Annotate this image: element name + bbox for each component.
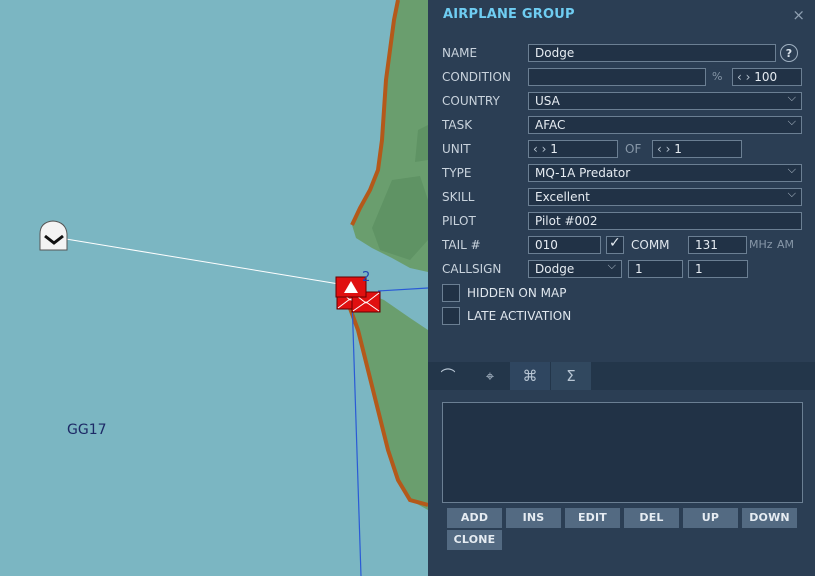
close-icon[interactable]: × bbox=[792, 6, 805, 24]
task-select[interactable]: AFAC bbox=[528, 116, 802, 134]
mhz-label: MHz bbox=[749, 238, 773, 251]
band-label: AM bbox=[777, 238, 795, 251]
hidden-on-map-label: HIDDEN ON MAP bbox=[467, 286, 567, 300]
tab-route[interactable]: ⌒ bbox=[428, 362, 468, 390]
group-number: 2 bbox=[362, 270, 371, 285]
name-input[interactable]: Dodge bbox=[528, 44, 776, 62]
stepper-arrows-icon[interactable]: ‹ › bbox=[533, 142, 546, 156]
tab-target[interactable]: ⌖ bbox=[470, 362, 510, 390]
of-label: OF bbox=[625, 142, 642, 156]
condition-stepper-value: 100 bbox=[754, 70, 778, 84]
hidden-on-map-checkbox[interactable] bbox=[442, 284, 460, 302]
add-button[interactable]: ADD bbox=[447, 508, 502, 528]
unit-stepper-value: 1 bbox=[550, 142, 558, 156]
skill-label: SKILL bbox=[442, 190, 475, 204]
callsign-select[interactable]: Dodge bbox=[528, 260, 622, 278]
grid-label: GG17 bbox=[67, 422, 107, 438]
delete-button[interactable]: DEL bbox=[624, 508, 679, 528]
tail-input[interactable]: 010 bbox=[528, 236, 601, 254]
late-activation-checkbox[interactable] bbox=[442, 307, 460, 325]
panel-title: AIRPLANE GROUP bbox=[443, 7, 575, 22]
type-label: TYPE bbox=[442, 166, 472, 180]
airplane-group-panel: AIRPLANE GROUP × NAME Dodge ? CONDITION … bbox=[428, 0, 815, 576]
condition-label: CONDITION bbox=[442, 70, 511, 84]
percent-sign: % bbox=[712, 70, 723, 83]
map-view[interactable]: GG17 2 bbox=[0, 0, 428, 576]
map-canvas[interactable] bbox=[0, 0, 428, 576]
sum-icon: Σ bbox=[566, 367, 576, 385]
comm-checkbox[interactable] bbox=[606, 235, 624, 254]
country-select[interactable]: USA bbox=[528, 92, 802, 110]
country-label: COUNTRY bbox=[442, 94, 500, 108]
route-icon: ⌒ bbox=[440, 367, 456, 385]
actions-list[interactable] bbox=[442, 402, 803, 503]
stepper-arrows-icon[interactable]: ‹ › bbox=[657, 142, 670, 156]
condition-stepper[interactable]: ‹ › 100 bbox=[732, 68, 802, 86]
stepper-arrows-icon[interactable]: ‹ › bbox=[737, 70, 750, 84]
edit-button[interactable]: EDIT bbox=[565, 508, 620, 528]
bullseye-icon[interactable] bbox=[39, 220, 68, 251]
unit-stepper[interactable]: ‹ › 1 bbox=[528, 140, 618, 158]
up-button[interactable]: UP bbox=[683, 508, 738, 528]
target-icon: ⌖ bbox=[485, 367, 495, 385]
late-activation-label: LATE ACTIVATION bbox=[467, 309, 572, 323]
condition-input[interactable] bbox=[528, 68, 706, 86]
frequency-input[interactable]: 131 bbox=[688, 236, 747, 254]
callsign-number-1[interactable]: 1 bbox=[628, 260, 683, 278]
down-button[interactable]: DOWN bbox=[742, 508, 797, 528]
callsign-number-2[interactable]: 1 bbox=[688, 260, 748, 278]
skill-select[interactable]: Excellent bbox=[528, 188, 802, 206]
tab-command[interactable]: ⌘ bbox=[510, 362, 550, 390]
command-icon: ⌘ bbox=[522, 367, 538, 385]
insert-button[interactable]: INS bbox=[506, 508, 561, 528]
pilot-input[interactable]: Pilot #002 bbox=[528, 212, 802, 230]
type-select[interactable]: MQ-1A Predator bbox=[528, 164, 802, 182]
pilot-label: PILOT bbox=[442, 214, 476, 228]
help-icon[interactable]: ? bbox=[780, 44, 798, 62]
task-label: TASK bbox=[442, 118, 473, 132]
unit-of-stepper-value: 1 bbox=[674, 142, 682, 156]
clone-button[interactable]: CLONE bbox=[447, 530, 502, 550]
tail-label: TAIL # bbox=[442, 238, 481, 252]
name-label: NAME bbox=[442, 46, 478, 60]
comm-label: COMM bbox=[631, 238, 670, 252]
unit-of-stepper[interactable]: ‹ › 1 bbox=[652, 140, 742, 158]
tab-summary[interactable]: Σ bbox=[551, 362, 591, 390]
unit-label: UNIT bbox=[442, 142, 471, 156]
callsign-label: CALLSIGN bbox=[442, 262, 502, 276]
